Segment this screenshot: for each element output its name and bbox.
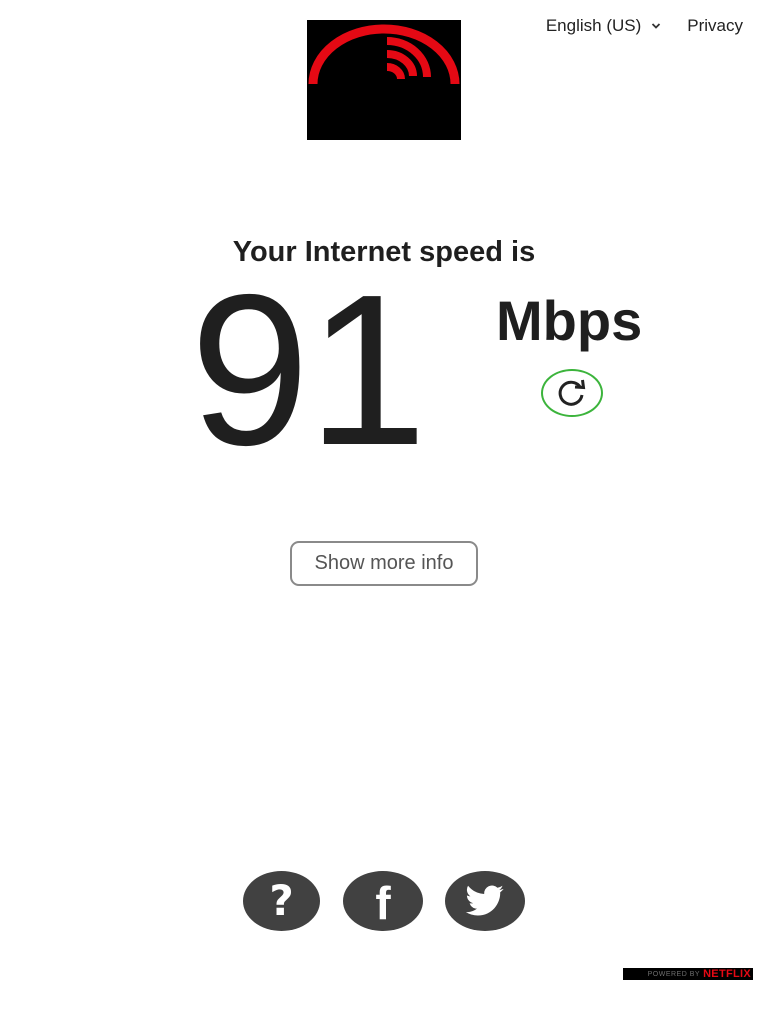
facebook-icon: f xyxy=(375,877,391,929)
refresh-icon xyxy=(558,379,586,406)
privacy-link[interactable]: Privacy xyxy=(687,16,743,36)
show-more-info-button[interactable]: Show more info xyxy=(290,541,478,586)
social-links: ? f xyxy=(243,871,528,933)
question-icon: ? xyxy=(269,876,294,925)
refresh-button[interactable] xyxy=(541,369,603,417)
language-label: English (US) xyxy=(545,16,642,35)
speed-units: Mbps xyxy=(496,289,643,352)
powered-by-netflix-badge[interactable]: POWERED BY NETFLIX xyxy=(623,968,753,980)
chevron-down-icon xyxy=(651,22,661,30)
twitter-icon xyxy=(465,885,504,916)
top-nav: English (US) Privacy xyxy=(546,16,743,36)
language-selector[interactable]: English (US) xyxy=(546,16,661,36)
help-button[interactable]: ? xyxy=(243,871,320,931)
twitter-share-button[interactable] xyxy=(445,871,525,931)
facebook-share-button[interactable]: f xyxy=(343,871,423,931)
netflix-wordmark: NETFLIX xyxy=(703,968,751,980)
powered-by-text: POWERED BY xyxy=(647,970,701,978)
speed-value: 91 xyxy=(190,249,427,490)
speed-gauge-logo-icon[interactable] xyxy=(307,20,461,140)
speed-test-page: English (US) Privacy Your Internet speed… xyxy=(0,0,768,1024)
